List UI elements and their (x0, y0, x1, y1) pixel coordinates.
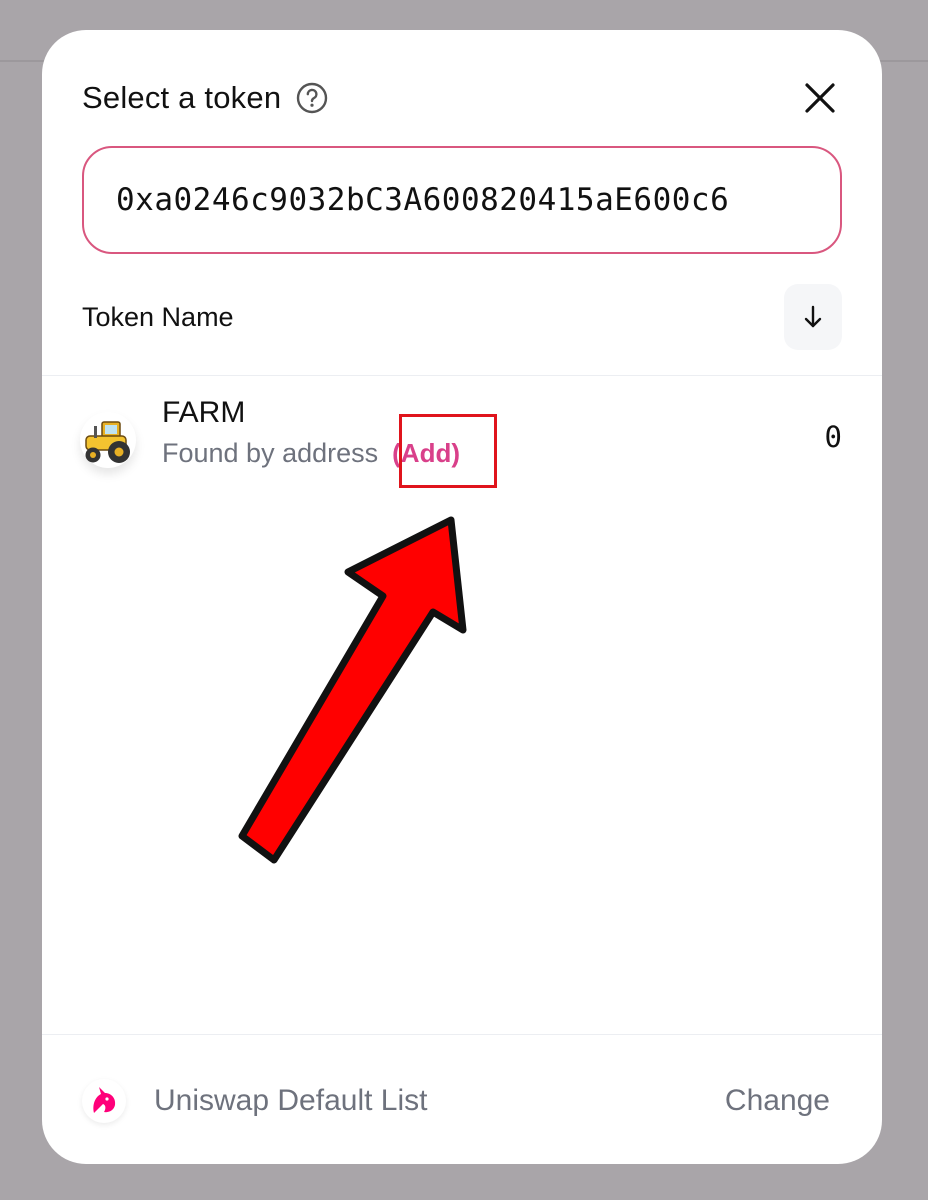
list-logo (82, 1079, 126, 1123)
modal-footer: Uniswap Default List Change (82, 1070, 830, 1132)
token-symbol: FARM (162, 396, 246, 429)
close-button[interactable] (798, 76, 842, 120)
modal-header: Select a token (82, 76, 842, 120)
footer-divider (42, 1034, 882, 1035)
sort-button[interactable] (784, 284, 842, 350)
list-divider (42, 375, 882, 376)
arrow-down-icon (804, 305, 822, 328)
token-list-name: Uniswap Default List (154, 1084, 428, 1117)
change-list-button[interactable]: Change (725, 1084, 830, 1118)
help-circle-icon[interactable] (295, 81, 329, 115)
tractor-icon (85, 421, 130, 463)
token-subtitle: Found by address (Add) (162, 438, 460, 469)
token-search-field[interactable] (82, 146, 842, 254)
token-list-info: Uniswap Default List (82, 1079, 427, 1123)
add-token-link[interactable]: (Add) (392, 438, 460, 469)
token-list-header: Token Name (82, 284, 842, 350)
token-balance: 0 (824, 420, 842, 454)
unicorn-icon (93, 1087, 116, 1113)
token-found-label: Found by address (162, 438, 379, 468)
token-row-farm[interactable]: FARM Found by address (Add) 0 (42, 390, 882, 510)
token-search-input[interactable] (116, 182, 808, 218)
token-select-modal: Select a token Token Name (42, 30, 882, 1164)
token-name-column-label: Token Name (82, 301, 234, 332)
close-icon (805, 83, 835, 113)
modal-title: Select a token (82, 80, 282, 115)
token-logo (80, 412, 136, 468)
